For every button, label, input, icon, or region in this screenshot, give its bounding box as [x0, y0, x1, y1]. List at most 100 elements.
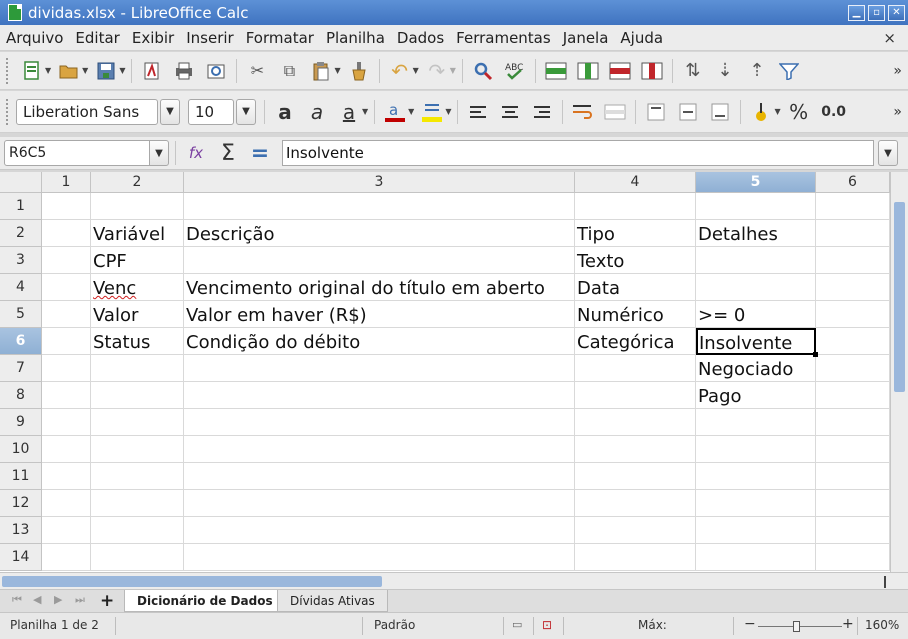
- formula-icon[interactable]: =: [249, 141, 271, 166]
- sheet-tab-dicionario[interactable]: Dicionário de Dados: [124, 590, 286, 612]
- cell-r14c6[interactable]: [816, 544, 890, 571]
- cell-r2c5[interactable]: Detalhes: [696, 220, 816, 247]
- cell-r13c2[interactable]: [91, 517, 184, 544]
- menu-ajuda[interactable]: Ajuda: [614, 25, 669, 51]
- align-center-icon[interactable]: [499, 101, 521, 123]
- cell-r2c1[interactable]: [42, 220, 91, 247]
- delete-column-icon[interactable]: [641, 60, 663, 82]
- cell-r9c1[interactable]: [42, 409, 91, 436]
- align-left-icon[interactable]: [467, 101, 489, 123]
- highlight-dropdown-icon[interactable]: ▼: [445, 107, 451, 116]
- zoom-in-icon[interactable]: +: [842, 616, 854, 632]
- font-name-dropdown-icon[interactable]: ▼: [160, 98, 180, 125]
- cell-r9c4[interactable]: [575, 409, 696, 436]
- cell-r8c2[interactable]: [91, 382, 184, 409]
- cell-r1c2[interactable]: [91, 193, 184, 220]
- open-dropdown-icon[interactable]: ▼: [82, 66, 88, 75]
- zoom-slider[interactable]: [758, 626, 842, 627]
- cell-r14c3[interactable]: [184, 544, 575, 571]
- minimize-button[interactable]: ▁: [848, 4, 865, 21]
- spreadsheet-grid[interactable]: 1 2 3 4 5 6 1 2 3 4 5 6 7 8 9 10 11 12 1…: [0, 172, 890, 572]
- selection-mode-icon[interactable]: ▭: [512, 618, 522, 631]
- cell-r10c3[interactable]: [184, 436, 575, 463]
- font-size-combo[interactable]: 10: [188, 98, 234, 125]
- last-sheet-icon[interactable]: ⏭: [75, 593, 85, 607]
- row-header-12[interactable]: 12: [0, 490, 42, 517]
- menu-editar[interactable]: Editar: [69, 25, 125, 51]
- cell-r12c5[interactable]: [696, 490, 816, 517]
- font-name-combo[interactable]: Liberation Sans: [16, 98, 158, 125]
- cell-r10c1[interactable]: [42, 436, 91, 463]
- vertical-scrollbar[interactable]: [890, 172, 908, 572]
- horizontal-scrollbar[interactable]: [0, 572, 908, 589]
- row-header-8[interactable]: 8: [0, 382, 42, 409]
- redo-dropdown-icon[interactable]: ▼: [450, 66, 456, 75]
- column-header-5[interactable]: 5: [696, 172, 816, 193]
- currency-dropdown-icon[interactable]: ▼: [774, 107, 780, 116]
- underline-icon[interactable]: a: [338, 100, 360, 124]
- maximize-button[interactable]: ▫: [868, 4, 885, 21]
- menu-dados[interactable]: Dados: [391, 25, 450, 51]
- cell-r13c1[interactable]: [42, 517, 91, 544]
- merge-cells-icon[interactable]: [604, 101, 626, 123]
- number-format-icon[interactable]: 0.0: [820, 101, 848, 123]
- cell-r12c6[interactable]: [816, 490, 890, 517]
- cell-r11c4[interactable]: [575, 463, 696, 490]
- cell-r7c4[interactable]: [575, 355, 696, 382]
- cell-r10c6[interactable]: [816, 436, 890, 463]
- cell-r1c4[interactable]: [575, 193, 696, 220]
- column-header-1[interactable]: 1: [42, 172, 91, 193]
- cell-r1c1[interactable]: [42, 193, 91, 220]
- print-icon[interactable]: [173, 60, 195, 82]
- expand-formula-bar-icon[interactable]: ▼: [878, 140, 898, 166]
- cell-r10c4[interactable]: [575, 436, 696, 463]
- percent-format-icon[interactable]: %: [788, 100, 810, 124]
- column-header-2[interactable]: 2: [91, 172, 184, 193]
- cell-r5c1[interactable]: [42, 301, 91, 328]
- font-color-dropdown-icon[interactable]: ▼: [408, 107, 414, 116]
- close-window-button[interactable]: ✕: [888, 4, 905, 21]
- previous-sheet-icon[interactable]: ◀: [33, 593, 41, 606]
- menu-formatar[interactable]: Formatar: [240, 25, 320, 51]
- next-sheet-icon[interactable]: ▶: [54, 593, 62, 606]
- document-modified-icon[interactable]: ⊡: [542, 618, 552, 632]
- select-all-corner[interactable]: [0, 172, 42, 193]
- cell-r2c2[interactable]: Variável: [91, 220, 184, 247]
- cell-r6c6[interactable]: [816, 328, 890, 355]
- menu-exibir[interactable]: Exibir: [126, 25, 180, 51]
- cell-r3c6[interactable]: [816, 247, 890, 274]
- cell-r7c6[interactable]: [816, 355, 890, 382]
- menu-planilha[interactable]: Planilha: [320, 25, 391, 51]
- sum-icon[interactable]: Σ: [217, 141, 239, 166]
- cell-r4c6[interactable]: [816, 274, 890, 301]
- cell-r8c6[interactable]: [816, 382, 890, 409]
- first-sheet-icon[interactable]: ⏮: [12, 593, 22, 607]
- cell-r11c2[interactable]: [91, 463, 184, 490]
- cell-r11c5[interactable]: [696, 463, 816, 490]
- row-header-7[interactable]: 7: [0, 355, 42, 382]
- column-header-4[interactable]: 4: [575, 172, 696, 193]
- vertical-scroll-thumb[interactable]: [894, 202, 905, 392]
- cell-r7c3[interactable]: [184, 355, 575, 382]
- cell-r5c5[interactable]: >= 0: [696, 301, 816, 328]
- row-header-9[interactable]: 9: [0, 409, 42, 436]
- cell-r10c5[interactable]: [696, 436, 816, 463]
- open-folder-icon[interactable]: [58, 60, 80, 82]
- cell-r14c2[interactable]: [91, 544, 184, 571]
- name-box-dropdown-icon[interactable]: ▼: [149, 140, 169, 166]
- add-sheet-icon[interactable]: +: [100, 591, 114, 611]
- formula-input[interactable]: Insolvente: [282, 140, 874, 166]
- cell-r8c3[interactable]: [184, 382, 575, 409]
- zoom-slider-knob[interactable]: [793, 621, 800, 632]
- print-preview-icon[interactable]: [205, 60, 227, 82]
- new-document-icon[interactable]: [21, 60, 43, 82]
- row-header-13[interactable]: 13: [0, 517, 42, 544]
- cell-r4c3[interactable]: Vencimento original do título em aberto: [184, 274, 575, 301]
- cell-r6c1[interactable]: [42, 328, 91, 355]
- sort-descending-icon[interactable]: ⇡: [746, 60, 768, 82]
- cell-r9c6[interactable]: [816, 409, 890, 436]
- spellcheck-icon[interactable]: ABC: [504, 60, 526, 82]
- insert-row-icon[interactable]: [545, 60, 567, 82]
- cell-r3c1[interactable]: [42, 247, 91, 274]
- column-header-3[interactable]: 3: [184, 172, 575, 193]
